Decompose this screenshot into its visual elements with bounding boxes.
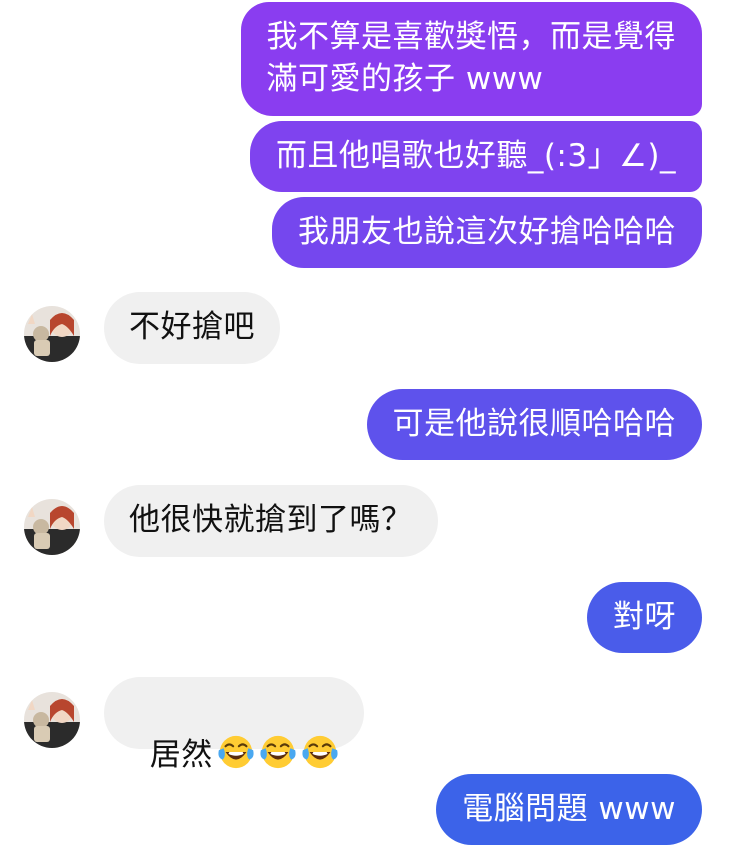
incoming-message-bubble[interactable]: 不好搶吧 (104, 292, 280, 364)
outgoing-message-bubble[interactable]: 而且他唱歌也好聽_(:3」∠)_ (249, 121, 702, 192)
message-text: 居然 (149, 737, 213, 773)
avatar-photo-icon (24, 499, 80, 555)
outgoing-message-bubble[interactable]: 我朋友也說這次好搶哈哈哈 (272, 197, 702, 268)
face-with-tears-of-joy-icon (302, 735, 338, 769)
outgoing-message-bubble[interactable]: 可是他說很順哈哈哈 (366, 389, 702, 460)
outgoing-message-bubble[interactable]: 對呀 (587, 582, 702, 653)
avatar-photo-icon (24, 306, 80, 362)
contact-avatar[interactable] (24, 499, 80, 555)
outgoing-message-bubble[interactable]: 我不算是喜歡獎悟，而是覺得 滿可愛的孩子 www (240, 2, 702, 116)
outgoing-message-bubble[interactable]: 電腦問題 www (436, 774, 702, 845)
contact-avatar[interactable] (24, 692, 80, 748)
contact-avatar[interactable] (24, 306, 80, 362)
incoming-message-bubble[interactable]: 他很快就搶到了嗎？ (104, 485, 438, 557)
avatar-photo-icon (24, 692, 80, 748)
incoming-message-bubble[interactable]: 居然 (104, 677, 364, 773)
face-with-tears-of-joy-icon (260, 735, 296, 769)
face-with-tears-of-joy-icon (218, 735, 254, 769)
